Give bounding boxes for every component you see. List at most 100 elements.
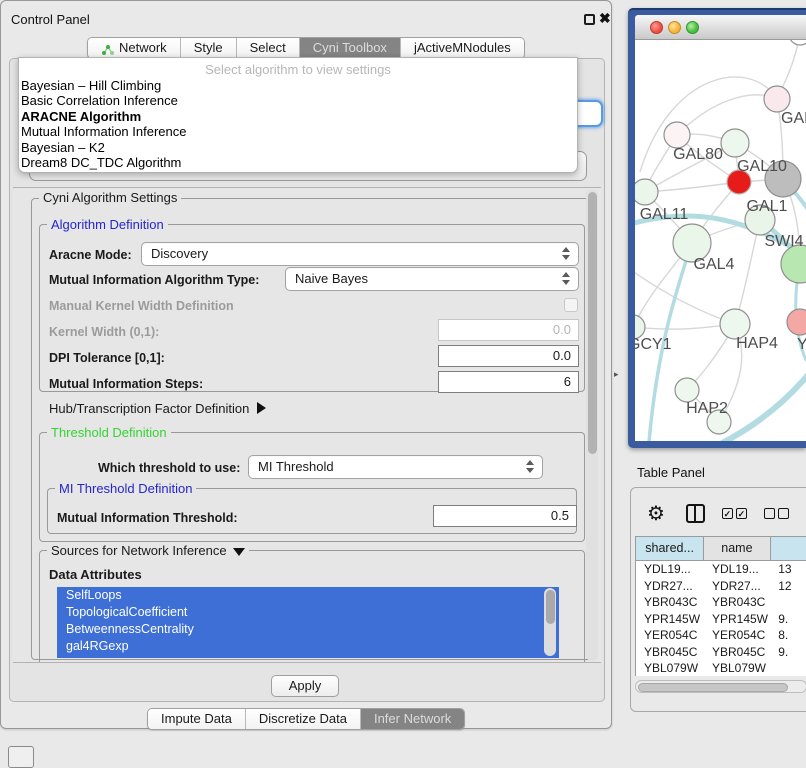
close-icon[interactable]: ✖ xyxy=(599,10,611,27)
deselect-all-checks-icon[interactable] xyxy=(764,508,789,519)
node-labels: GAL GAL80 GAL10 GAL1 GAL11 SWI4 GAL4 GCY… xyxy=(635,110,806,417)
dpi-tolerance-field[interactable]: 0.0 xyxy=(438,345,579,367)
table-row[interactable]: YBR043CYBR043C xyxy=(636,594,806,611)
node-hap2[interactable] xyxy=(675,378,699,402)
list-item[interactable]: BetweennessCentrality xyxy=(57,621,559,638)
node-gal11[interactable] xyxy=(635,179,658,205)
float-window-icon[interactable] xyxy=(584,14,595,25)
minimize-traffic-light-icon[interactable] xyxy=(668,21,681,34)
tab-style[interactable]: Style xyxy=(181,38,237,58)
list-scrollbar[interactable] xyxy=(544,588,556,656)
table-row[interactable]: YBR045CYBR045C9. xyxy=(636,644,806,661)
list-item[interactable]: gal4RGexp xyxy=(57,638,559,655)
table-header-row: shared... name xyxy=(636,537,806,561)
data-attributes-label: Data Attributes xyxy=(49,567,142,582)
dropdown-item[interactable]: Bayesian – K2 xyxy=(19,140,577,155)
dropdown-item-selected[interactable]: ARACNE Algorithm xyxy=(19,109,577,124)
node-label: HAP2 xyxy=(686,400,728,417)
node-gal10[interactable] xyxy=(721,129,749,157)
dropdown-item[interactable]: Basic Correlation Inference xyxy=(19,93,577,108)
node-label: GAL xyxy=(781,110,806,127)
node-bright-green[interactable] xyxy=(781,245,806,283)
list-item[interactable]: TopologicalCoefficient xyxy=(57,604,559,621)
mi-steps-field[interactable]: 6 xyxy=(438,371,579,393)
manual-kernel-width-checkbox[interactable] xyxy=(564,298,578,312)
column-header-3[interactable] xyxy=(771,537,806,560)
table-horizontal-scrollbar[interactable] xyxy=(635,680,806,693)
node-gal[interactable] xyxy=(764,86,790,112)
kernel-width-label: Kernel Width (0,1): xyxy=(49,325,159,339)
tab-discretize-data[interactable]: Discretize Data xyxy=(246,709,361,729)
table-row[interactable]: YPR145WYPR145W9. xyxy=(636,611,806,628)
select-all-checks-icon[interactable]: ✓✓ xyxy=(722,508,747,519)
node-label: GAL4 xyxy=(694,256,735,273)
zoom-traffic-light-icon[interactable] xyxy=(686,21,699,34)
node-label: HAP4 xyxy=(736,335,778,352)
table-row[interactable]: YBL079WYBL079W xyxy=(636,660,806,676)
column-header-shared[interactable]: shared... xyxy=(636,537,704,560)
stepper-arrows-icon xyxy=(562,272,571,285)
node[interactable] xyxy=(789,40,806,45)
columns-icon[interactable] xyxy=(686,504,705,523)
column-header-name[interactable]: name xyxy=(704,537,770,560)
close-traffic-light-icon[interactable] xyxy=(650,21,663,34)
node-label: GCY1 xyxy=(635,336,672,353)
gear-icon[interactable]: ⚙ xyxy=(647,501,665,526)
bottom-tab-bar: Impute Data Discretize Data Infer Networ… xyxy=(147,708,465,730)
list-item[interactable]: SelfLoops xyxy=(57,587,559,604)
dpi-tolerance-label: DPI Tolerance [0,1]: xyxy=(49,351,165,365)
dropdown-item[interactable]: Mutual Information Inference xyxy=(19,124,577,139)
network-view-window: GAL GAL80 GAL10 GAL1 GAL11 SWI4 GAL4 GCY… xyxy=(628,8,806,448)
tab-jactivemnodules[interactable]: jActiveMNodules xyxy=(401,38,524,58)
mi-threshold-field[interactable]: 0.5 xyxy=(433,505,577,527)
mi-threshold-title: MI Threshold Definition xyxy=(55,481,196,496)
tab-cyni-toolbox[interactable]: Cyni Toolbox xyxy=(300,38,401,58)
node-label: GAL1 xyxy=(747,198,788,215)
which-threshold-combo[interactable]: MI Threshold xyxy=(248,455,543,479)
node-table: shared... name YDL19...YDL19...13 YDR27.… xyxy=(635,536,806,676)
dropdown-prompt: Select algorithm to view settings xyxy=(19,58,577,78)
node-salmon[interactable] xyxy=(787,309,806,335)
mi-steps-label: Mutual Information Steps: xyxy=(49,377,203,391)
node-label: GAL10 xyxy=(737,158,787,175)
algorithm-definition-title: Algorithm Definition xyxy=(47,217,168,232)
kernel-width-field[interactable]: 0.0 xyxy=(438,319,579,341)
which-threshold-label: Which threshold to use: xyxy=(98,461,240,475)
node-label: GAL80 xyxy=(673,146,723,163)
table-row[interactable]: YDL19...YDL19...13 xyxy=(636,561,806,578)
expander-collapsed-icon[interactable] xyxy=(257,402,266,414)
stepper-arrows-icon xyxy=(562,247,571,260)
sources-title[interactable]: Sources for Network Inference xyxy=(47,543,249,558)
stepper-arrows-icon xyxy=(526,460,535,473)
floating-panel-icon[interactable] xyxy=(8,746,34,768)
mi-threshold-label: Mutual Information Threshold: xyxy=(57,511,238,525)
table-row[interactable]: YER054CYER054C8. xyxy=(636,627,806,644)
network-canvas[interactable]: GAL GAL80 GAL10 GAL1 GAL11 SWI4 GAL4 GCY… xyxy=(635,40,806,441)
aracne-mode-combo[interactable]: Discovery xyxy=(141,242,579,266)
splitter-handle-icon[interactable]: ▸ xyxy=(614,369,619,380)
network-window-titlebar[interactable] xyxy=(635,15,806,40)
tab-network-label: Network xyxy=(119,38,167,58)
hub-definition-expander[interactable]: Hub/Transcription Factor Definition xyxy=(49,401,266,416)
expander-expanded-icon[interactable] xyxy=(233,548,245,556)
data-attributes-list[interactable]: SelfLoops TopologicalCoefficient Between… xyxy=(57,587,559,658)
dropdown-item[interactable]: Bayesian – Hill Climbing xyxy=(19,78,577,93)
node-label: Y xyxy=(797,336,806,353)
top-tab-bar: Network Style Select Cyni Toolbox jActiv… xyxy=(87,37,525,59)
panel-title: Control Panel xyxy=(11,12,90,27)
apply-button[interactable]: Apply xyxy=(271,675,339,697)
tab-impute-data[interactable]: Impute Data xyxy=(148,709,246,729)
node-gal80[interactable] xyxy=(664,122,690,148)
settings-viewport: Cyni Algorithm Settings Algorithm Defini… xyxy=(13,187,601,663)
mi-algorithm-type-label: Mutual Information Algorithm Type: xyxy=(49,273,259,287)
tab-network[interactable]: Network xyxy=(88,38,181,58)
network-graph[interactable]: GAL GAL80 GAL10 GAL1 GAL11 SWI4 GAL4 GCY… xyxy=(635,40,806,441)
table-row[interactable]: YDR27...YDR27...12 xyxy=(636,578,806,595)
mi-algorithm-type-combo[interactable]: Naive Bayes xyxy=(285,267,579,291)
tab-infer-network[interactable]: Infer Network xyxy=(361,709,464,729)
settings-scrollbar[interactable] xyxy=(586,189,598,661)
tab-select[interactable]: Select xyxy=(237,38,300,58)
network-icon xyxy=(101,42,114,54)
dropdown-item[interactable]: Dream8 DC_TDC Algorithm xyxy=(19,155,577,170)
algorithm-dropdown-popup: Select algorithm to view settings Bayesi… xyxy=(18,57,578,173)
